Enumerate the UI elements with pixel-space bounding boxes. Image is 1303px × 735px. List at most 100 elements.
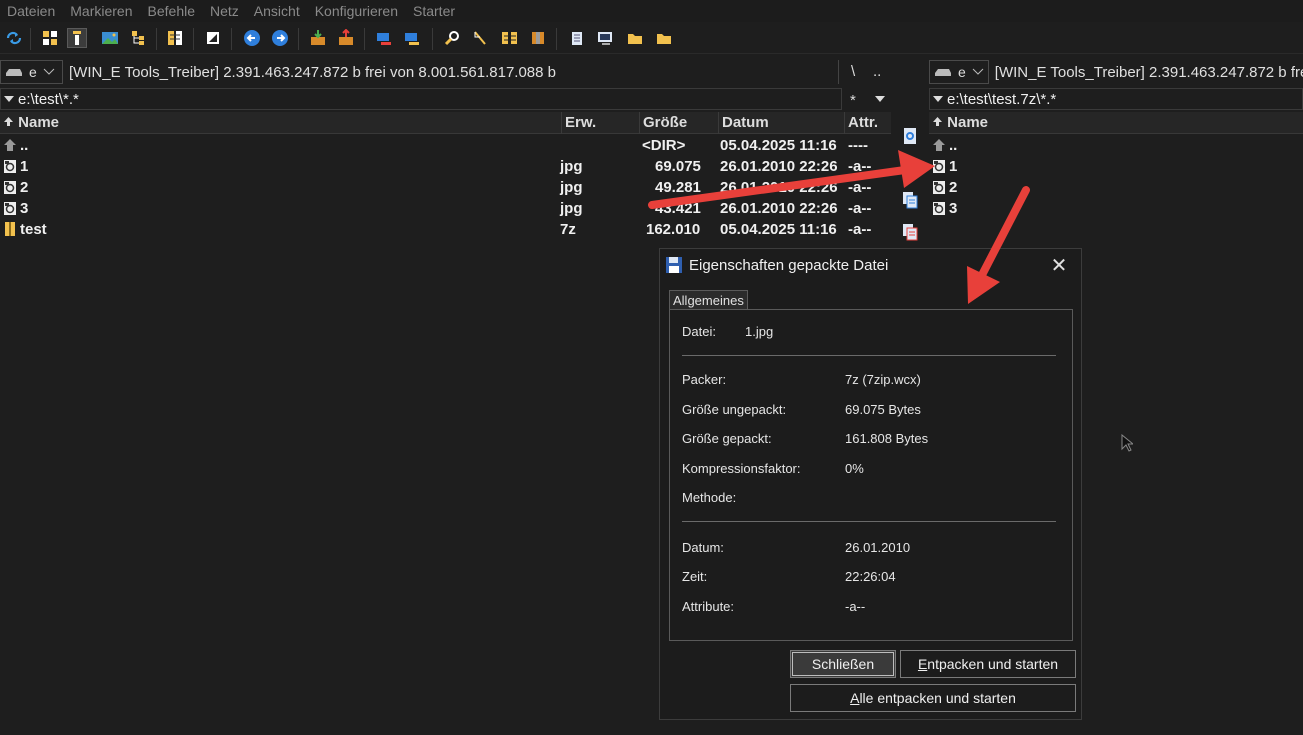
history-down-icon[interactable] [932,95,944,103]
root-dir-button[interactable]: \ [851,63,855,80]
left-column-header: Name Erw. Größe Datum Attr. [0,111,891,134]
date-value: 26.01.2010 [845,540,911,555]
image-file-icon [4,202,16,215]
pack-icon[interactable] [308,28,328,48]
menu-starter[interactable]: Starter [406,0,463,22]
left-path-bar[interactable]: e:\test\*.* [0,88,842,110]
col-size[interactable]: Größe [640,111,719,134]
list-item[interactable]: 2 [929,177,1303,198]
right-file-list: .. 1 2 3 [929,135,1303,219]
list-item[interactable]: 1 jpg 69.075 26.01.2010 22:26 -a-- [0,156,891,177]
ratio-label: Kompressionsfaktor: [682,461,801,476]
left-path: e:\test\*.* [18,90,79,108]
extract-and-run-button[interactable]: Entpacken und starten [900,650,1076,678]
multi-rename-icon[interactable] [470,28,490,48]
drive-icon [6,69,22,76]
menu-befehle[interactable]: Befehle [141,0,203,22]
filter-star[interactable]: * [850,92,856,109]
properties-dialog: Eigenschaften gepackte Datei ✕ Allgemein… [659,248,1082,720]
filter-dropdown-icon[interactable] [874,95,886,103]
folder-icon-2[interactable] [654,28,674,48]
drive-icon [935,69,951,76]
col-ext[interactable]: Erw. [562,111,640,134]
sort-up-icon [933,116,942,126]
archive-icon[interactable] [528,28,548,48]
network-connect-icon[interactable] [374,28,394,48]
forward-icon[interactable] [270,28,290,48]
right-drive-letter: e [958,64,966,80]
packer-label: Packer: [682,372,727,387]
menu-konfigurieren[interactable]: Konfigurieren [308,0,406,22]
parent-dir-button[interactable]: .. [873,63,881,80]
extract-all-and-run-button[interactable]: Alle entpacken und starten [790,684,1076,712]
brief-view-icon[interactable] [40,28,60,48]
sync-dirs-icon[interactable] [500,28,520,48]
menu-dateien[interactable]: Dateien [0,0,63,22]
right-drive-select[interactable]: e [929,60,989,84]
time-label: Zeit: [682,569,708,584]
unpack-icon[interactable] [336,28,356,48]
close-dialog-button[interactable]: Schließen [790,650,896,678]
menu-ansicht[interactable]: Ansicht [247,0,308,22]
list-item[interactable]: 2 jpg 49.281 26.01.2010 22:26 -a-- [0,177,891,198]
method-label: Methode: [682,490,737,505]
close-icon: ✕ [1050,254,1068,277]
network-disconnect-icon[interactable] [402,28,422,48]
copy-icon[interactable] [900,190,920,210]
floppy-disk-icon [666,257,682,273]
col-name[interactable]: Name [0,111,562,134]
separator [682,355,1056,356]
invert-icon[interactable] [203,28,223,48]
move-icon[interactable] [900,222,920,242]
left-drive-bar: e [WIN_E Tools_Treiber] 2.391.463.247.87… [0,60,840,84]
list-item[interactable]: 3 jpg 43.421 26.01.2010 22:26 -a-- [0,198,891,219]
terminal-icon[interactable] [596,28,616,48]
right-drive-info: [WIN_E Tools_Treiber] 2.391.463.247.872 … [994,63,1303,81]
size-packed-value: 161.808 Bytes [845,431,929,446]
menu-netz[interactable]: Netz [203,0,247,22]
image-file-icon [933,181,945,194]
size-unpacked-label: Größe ungepackt: [682,402,787,417]
full-view-icon[interactable] [67,28,87,48]
left-file-list: .. <DIR> 05.04.2025 11:16 ---- 1 jpg 69.… [0,135,891,240]
thumbnail-view-icon[interactable] [100,28,120,48]
attr-value: -a-- [845,599,866,614]
col-attr[interactable]: Attr. [845,112,891,134]
separator [682,521,1056,522]
refresh-icon[interactable] [4,28,24,48]
left-drive-info: [WIN_E Tools_Treiber] 2.391.463.247.872 … [69,63,557,81]
sort-up-icon [4,116,13,126]
col-date[interactable]: Datum [719,111,845,134]
size-unpacked-value: 69.075 Bytes [845,402,921,417]
search-icon[interactable] [442,28,462,48]
close-button[interactable]: ✕ [1049,254,1069,277]
left-drive-letter: e [29,64,37,80]
dialog-titlebar[interactable]: Eigenschaften gepackte Datei [660,249,1081,281]
tab-allgemeines[interactable]: Allgemeines [669,290,748,310]
chevron-down-icon [43,68,55,75]
list-item[interactable]: test 7z 162.010 05.04.2025 11:16 -a-- [0,219,891,240]
view-icon[interactable] [900,126,920,146]
menu-markieren[interactable]: Markieren [63,0,140,22]
image-file-icon [933,160,945,173]
annotation-arrows [648,150,1030,304]
up-dir-icon [4,139,16,151]
time-value: 22:26:04 [845,569,896,584]
notepad-icon[interactable] [567,28,587,48]
left-drive-select[interactable]: e [0,60,63,84]
right-path-bar[interactable]: e:\test\test.7z\*.* [929,88,1303,110]
packer-value: 7z (7zip.wcx) [845,372,921,387]
back-icon[interactable] [242,28,262,48]
tree-view-icon[interactable] [128,28,148,48]
image-file-icon [933,202,945,215]
history-down-icon[interactable] [3,95,15,103]
datei-label: Datei: [682,324,716,339]
list-item[interactable]: 1 [929,156,1303,177]
right-column-header: Name [929,112,1303,134]
list-item[interactable]: .. [929,135,1303,156]
list-item[interactable]: .. <DIR> 05.04.2025 11:16 ---- [0,135,891,156]
compare-icon[interactable] [165,28,185,48]
col-name[interactable]: Name [929,112,1303,134]
list-item[interactable]: 3 [929,198,1303,219]
folder-icon[interactable] [625,28,645,48]
